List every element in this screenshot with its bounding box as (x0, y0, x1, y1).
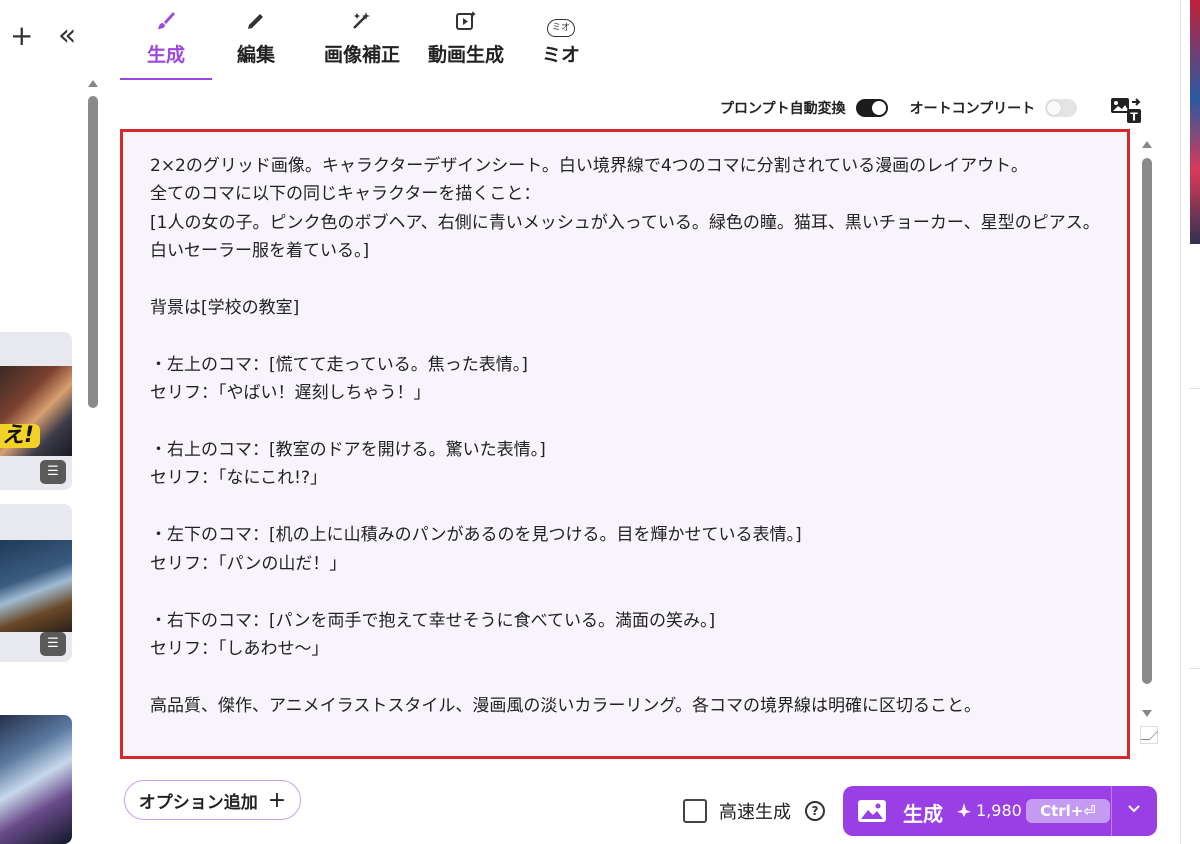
tab-label: 生成 (146, 44, 185, 66)
divider (1190, 388, 1200, 389)
mode-tabs: 生成 編集 画像補正 動画生成 ミオ ミオ (120, 8, 614, 80)
add-option-label: オプション追加 (138, 792, 258, 813)
mio-cat-icon: ミオ (546, 10, 575, 37)
svg-text:T: T (1130, 111, 1138, 124)
history-thumbnail[interactable]: え! ☰ (0, 332, 72, 490)
generate-label: 生成 (903, 802, 943, 826)
prompt-options: プロンプト自動変換 オートコンプリート (720, 96, 1078, 120)
tab-label: 編集 (236, 44, 275, 66)
history-sidebar: + « え! ☰ ☰ (0, 0, 100, 844)
generate-button[interactable]: 生成 1,980 Ctrl+⏎ (843, 786, 1157, 836)
add-option-button[interactable]: オプション追加 + (124, 780, 301, 820)
plus-icon: + (267, 787, 287, 813)
pencil-icon (245, 10, 267, 36)
prompt-auto-convert-toggle[interactable] (855, 99, 888, 117)
sidebar-scrollbar[interactable] (88, 96, 98, 408)
shortcut-badge: Ctrl+⏎ (1026, 799, 1110, 823)
resize-handle[interactable] (1140, 726, 1158, 744)
image-to-text-icon[interactable]: T (1110, 96, 1144, 124)
double-chevron-left-icon[interactable]: « (58, 21, 76, 51)
history-thumbnail[interactable] (0, 715, 72, 844)
sparkle-wand-icon (351, 10, 373, 36)
tab-edit[interactable]: 編集 (212, 8, 300, 80)
prompt-scrollbar[interactable] (1142, 158, 1152, 684)
image-icon (857, 799, 887, 823)
prompt-textarea[interactable]: 2×2のグリッド画像。キャラクターデザインシート。白い境界線で4つのコマに分割さ… (120, 129, 1130, 759)
divider (1190, 668, 1200, 669)
panel-divider (1180, 0, 1181, 844)
fast-generation-checkbox[interactable] (683, 799, 707, 823)
thumbnail-image (0, 540, 72, 632)
comment-icon[interactable]: ☰ (40, 460, 66, 484)
scroll-up-arrow[interactable] (88, 80, 98, 87)
comment-icon[interactable]: ☰ (40, 632, 66, 656)
button-divider (1111, 786, 1112, 836)
chevron-down-icon[interactable] (1126, 800, 1142, 821)
video-sparkle-icon (455, 10, 477, 36)
tab-video-generation[interactable]: 動画生成 (424, 8, 508, 80)
tab-label: 動画生成 (427, 44, 504, 66)
fast-generation-label: 高速生成 (719, 802, 791, 823)
thumbnail-image (0, 715, 72, 844)
tab-mio[interactable]: ミオ ミオ (508, 8, 614, 80)
tab-label: ミオ (541, 44, 580, 66)
history-thumbnail[interactable]: ☰ (0, 504, 72, 662)
scroll-up-arrow[interactable] (1142, 141, 1152, 148)
thumbnail-burst-text: え! (0, 424, 40, 448)
credit-icon (956, 802, 972, 822)
prompt-auto-convert-label: プロンプト自動変換 (720, 101, 846, 117)
autocomplete-label: オートコンプリート (909, 101, 1036, 117)
plus-icon[interactable]: + (10, 22, 33, 50)
brush-icon (155, 10, 177, 36)
credit-count: 1,980 (976, 801, 1022, 820)
scroll-down-arrow[interactable] (1142, 710, 1152, 717)
question-circle-icon[interactable]: ? (805, 801, 825, 821)
tab-image-correction[interactable]: 画像補正 (300, 8, 424, 80)
tab-label: 画像補正 (323, 44, 400, 66)
autocomplete-toggle[interactable] (1045, 99, 1078, 117)
preview-thumbnail[interactable] (1190, 0, 1200, 244)
tab-generate[interactable]: 生成 (120, 8, 212, 80)
prompt-text[interactable]: 2×2のグリッド画像。キャラクターデザインシート。白い境界線で4つのコマに分割さ… (150, 152, 1105, 720)
